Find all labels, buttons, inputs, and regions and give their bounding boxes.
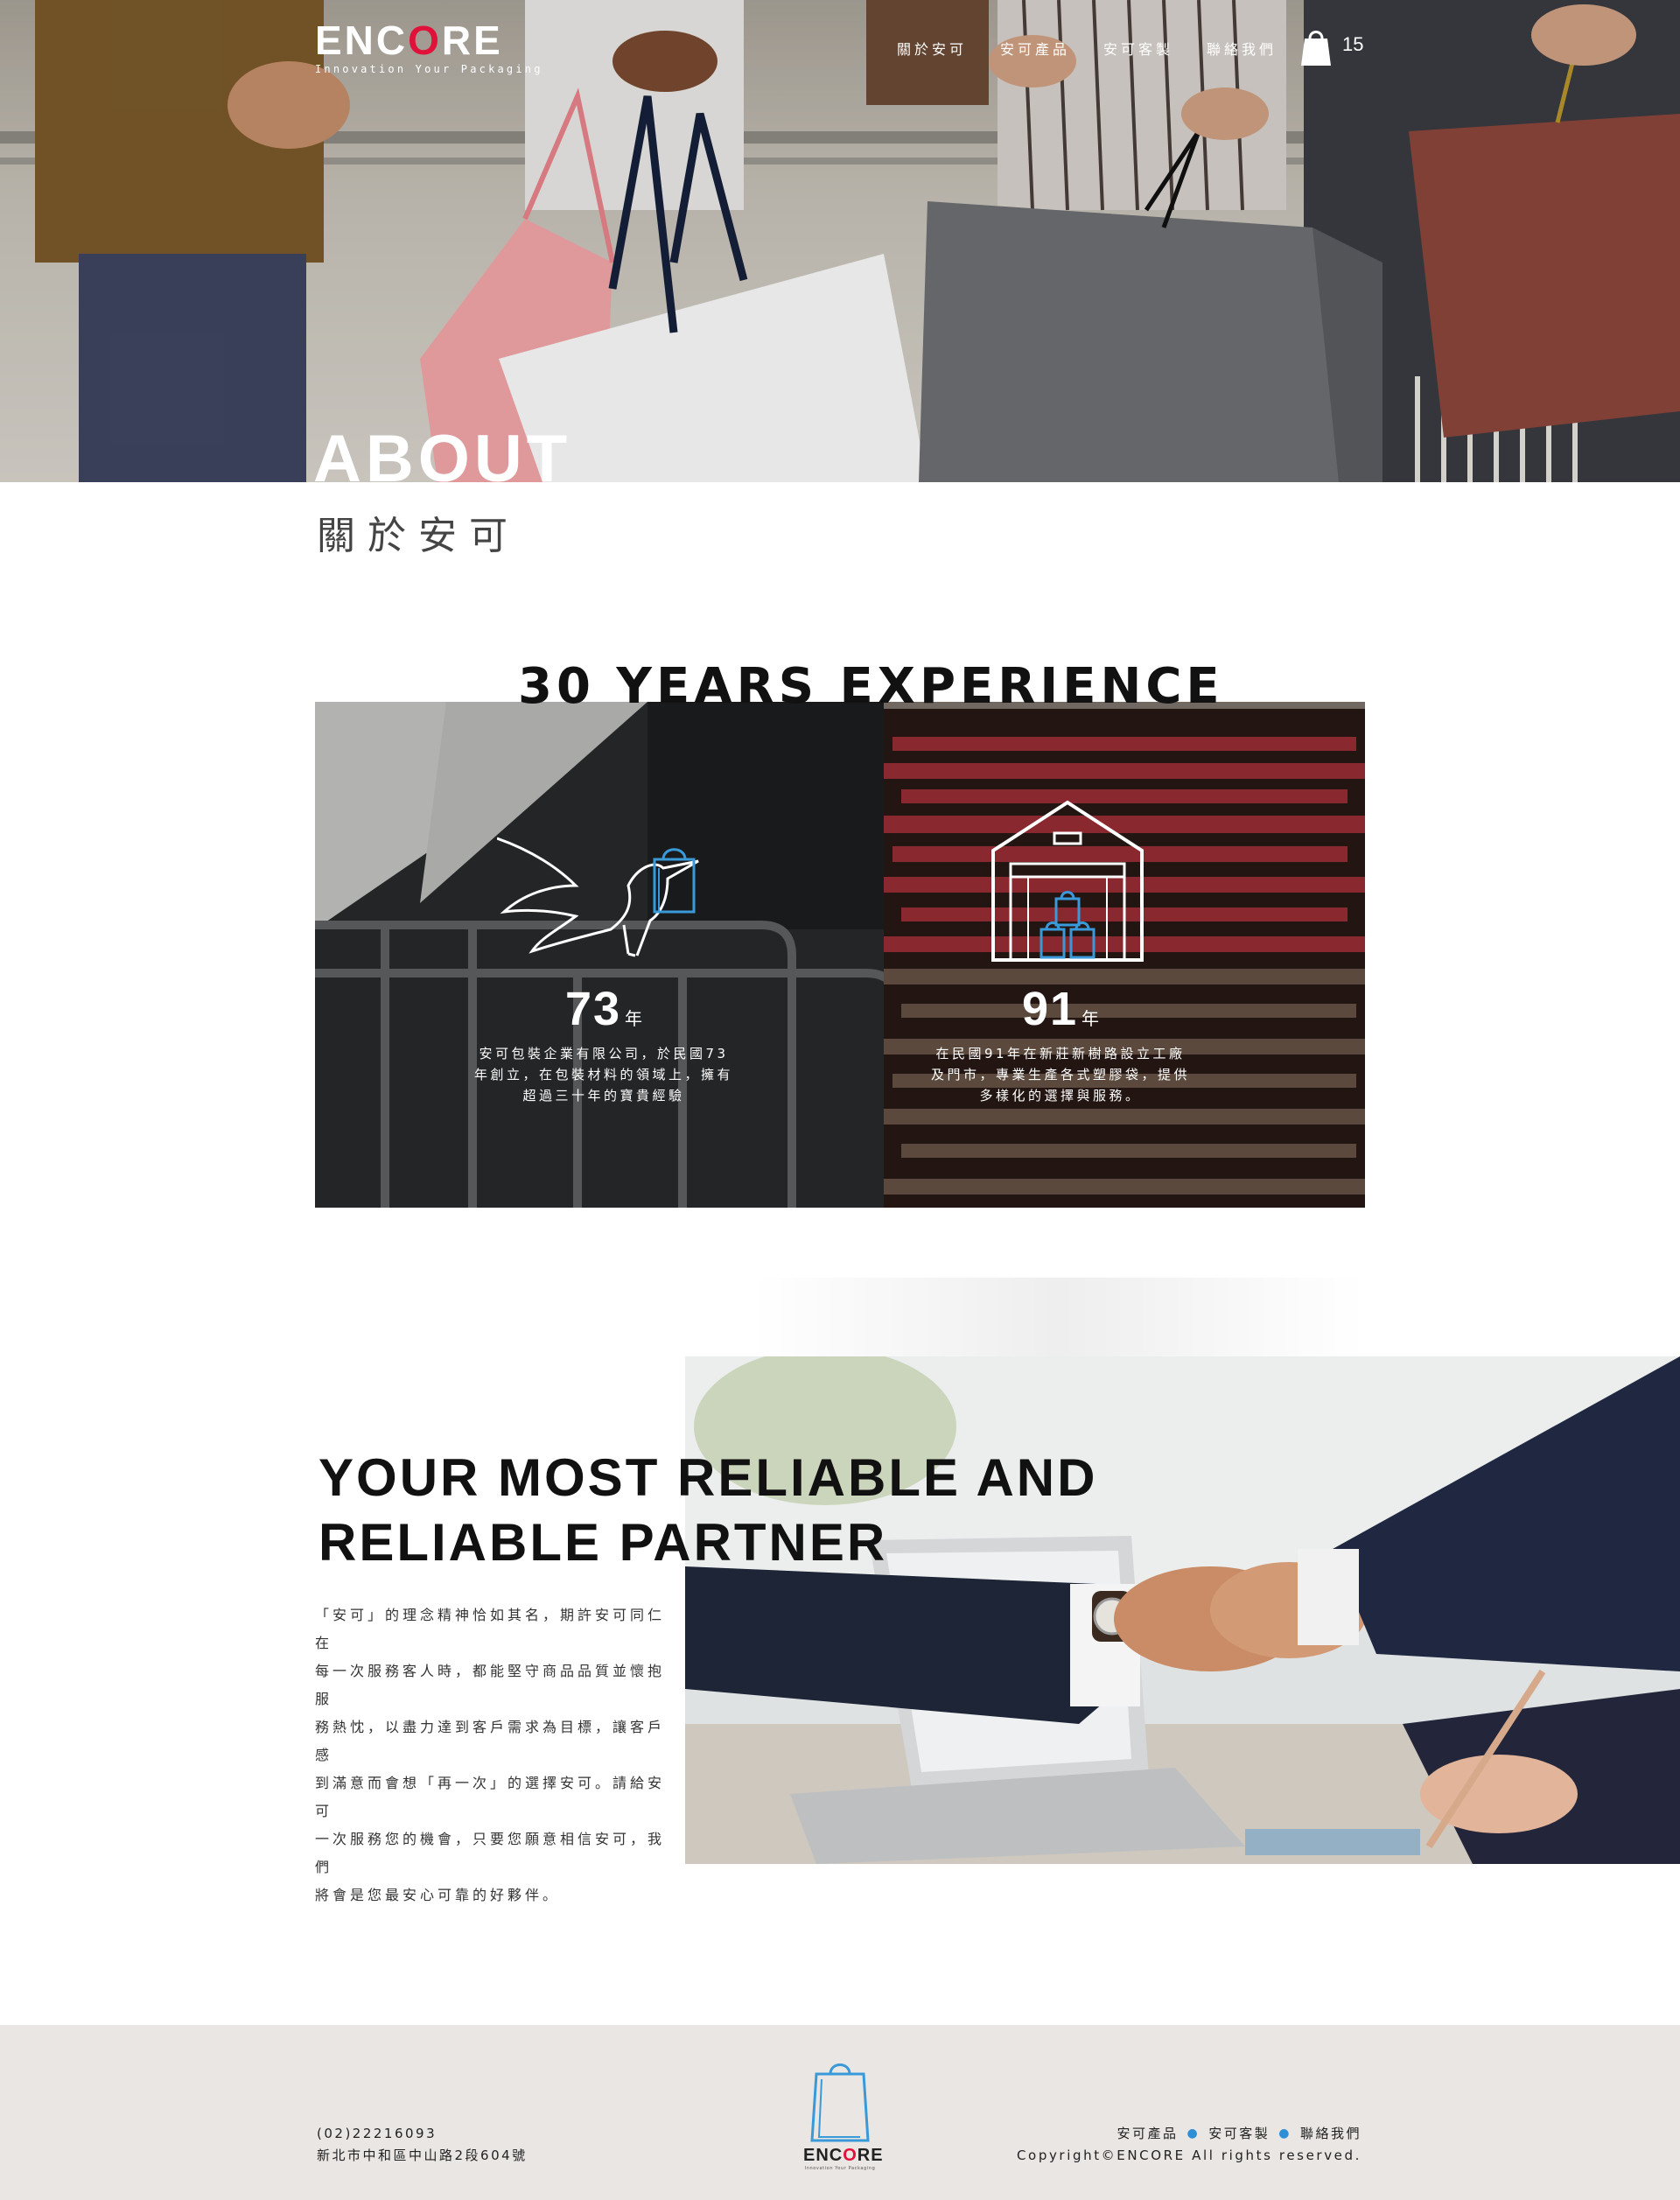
cart-button[interactable]: 15 <box>1300 26 1363 67</box>
stat-founded: 73 年 安可包裝企業有限公司，於民國73 年創立，在包裝材料的領域上，擁有 超過… <box>464 982 744 1106</box>
footer-address: 新北市中和區中山路2段604號 <box>317 2147 528 2163</box>
cart-count: 15 <box>1342 33 1364 55</box>
nav-item-products[interactable]: 安可產品 <box>1000 38 1070 59</box>
stat-description: 在民國91年在新莊新樹路設立工廠 及門市，專業生產各式塑膠袋，提供 多樣化的選擇… <box>930 1046 1190 1104</box>
stat-unit: 年 <box>625 1008 643 1029</box>
separator-dot: ● <box>1186 2126 1200 2140</box>
footer-link-custom[interactable]: 安可客製 <box>1208 2123 1270 2145</box>
nav-item-about[interactable]: 關於安可 <box>897 38 967 59</box>
copyright: Copyright©ENCORE All rights reserved. <box>1016 2147 1362 2163</box>
experience-panel-right: 91 年 在民國91年在新莊新樹路設立工廠 及門市，專業生產各式塑膠袋，提供 多樣… <box>884 702 1365 1208</box>
brand-wordmark: ENCORE <box>315 18 503 63</box>
experience-title: 30 YEARS EXPERIENCE <box>518 658 1224 715</box>
warehouse-icon <box>991 800 1144 962</box>
shopping-bag-icon <box>1301 31 1331 66</box>
hero-shopping-image <box>0 0 1680 482</box>
stat-unit: 年 <box>1082 1008 1100 1029</box>
footer-right: 安可產品 ● 安可客製 ● 聯絡我們 Copyright©ENCORE All … <box>1017 2123 1362 2167</box>
stat-number: 73 <box>564 983 622 1035</box>
brand-tagline: Innovation Your Packaging <box>315 63 543 75</box>
experience-section: 73 年 安可包裝企業有限公司，於民國73 年創立，在包裝材料的領域上，擁有 超過… <box>315 702 1365 1208</box>
hero-banner: ENCORE Innovation Your Packaging 關於安可 安可… <box>0 0 1680 482</box>
brand-logo[interactable]: ENCORE Innovation Your Packaging <box>315 19 543 75</box>
partner-title: YOUR MOST RELIABLE AND RELIABLE PARTNER <box>318 1448 1098 1572</box>
experience-panel-left: 73 年 安可包裝企業有限公司，於民國73 年創立，在包裝材料的領域上，擁有 超過… <box>315 702 884 1208</box>
footer-wordmark: ENCORE <box>803 2146 884 2165</box>
page-subtitle: 關於安可 <box>317 514 520 558</box>
footer-links: 安可產品 ● 安可客製 ● 聯絡我們 <box>1017 2123 1362 2145</box>
main-nav: 關於安可 安可產品 安可客製 聯絡我們 <box>897 38 1277 59</box>
handshake-image <box>685 1356 1680 1864</box>
footer-logo[interactable]: ENCORE Innovation Your Packaging <box>803 2060 884 2171</box>
bird-carrying-bag-icon <box>497 837 699 957</box>
separator-dot: ● <box>1278 2126 1292 2140</box>
title-cut-band <box>0 482 1680 517</box>
partner-paragraph: 「安可」的理念精神恰如其名，期許安可同仁在 每一次服務客人時，都能堅守商品品質並… <box>315 1607 666 1903</box>
nav-item-custom[interactable]: 安可客製 <box>1103 38 1173 59</box>
nav-item-contact[interactable]: 聯絡我們 <box>1207 38 1277 59</box>
footer-bag-logo-icon <box>810 2063 870 2142</box>
footer-link-contact[interactable]: 聯絡我們 <box>1300 2123 1362 2145</box>
stat-number: 91 <box>1021 983 1079 1035</box>
footer-tagline: Innovation Your Packaging <box>804 2166 876 2171</box>
footer-contact: (02)22216093 新北市中和區中山路2段604號 <box>317 2123 528 2167</box>
stat-description: 安可包裝企業有限公司，於民國73 年創立，在包裝材料的領域上，擁有 超過三十年的… <box>473 1046 733 1104</box>
site-footer: (02)22216093 新北市中和區中山路2段604號 ENCORE Inno… <box>0 2025 1680 2200</box>
footer-phone[interactable]: (02)22216093 <box>317 2123 528 2145</box>
decor-fade-band <box>752 1278 1365 1356</box>
page-title: ABOUT <box>313 422 572 482</box>
stat-factory: 91 年 在民國91年在新莊新樹路設立工廠 及門市，專業生產各式塑膠袋，提供 多樣… <box>920 982 1200 1106</box>
footer-link-products[interactable]: 安可產品 <box>1117 2123 1179 2145</box>
